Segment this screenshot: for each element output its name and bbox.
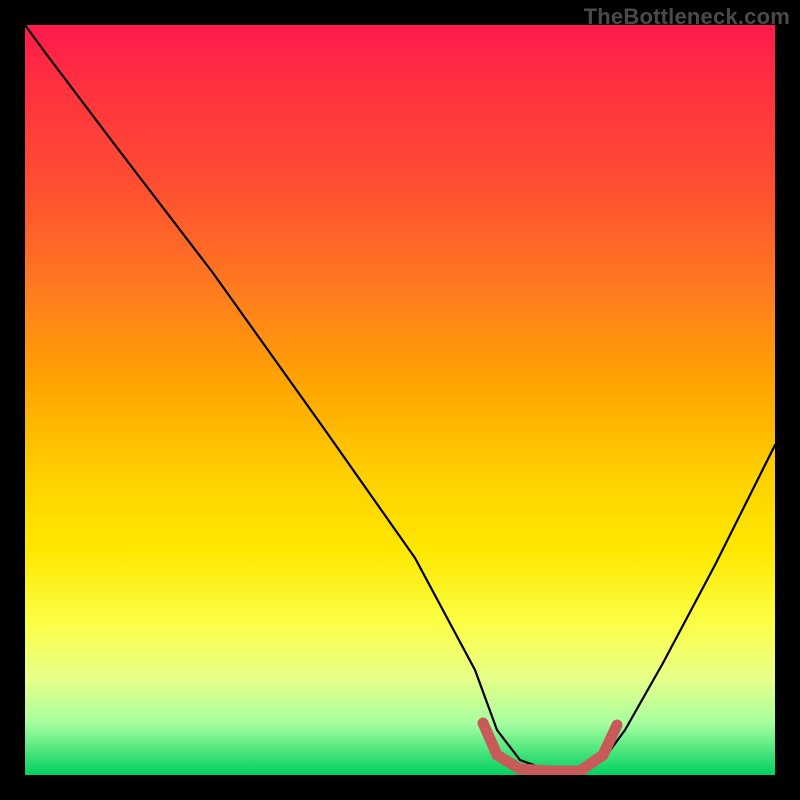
primary-curve <box>25 25 775 771</box>
optimal-segment <box>483 723 617 771</box>
chart-frame: TheBottleneck.com <box>0 0 800 800</box>
curve-layer <box>25 25 775 775</box>
plot-area <box>25 25 775 775</box>
watermark-text: TheBottleneck.com <box>584 4 790 30</box>
